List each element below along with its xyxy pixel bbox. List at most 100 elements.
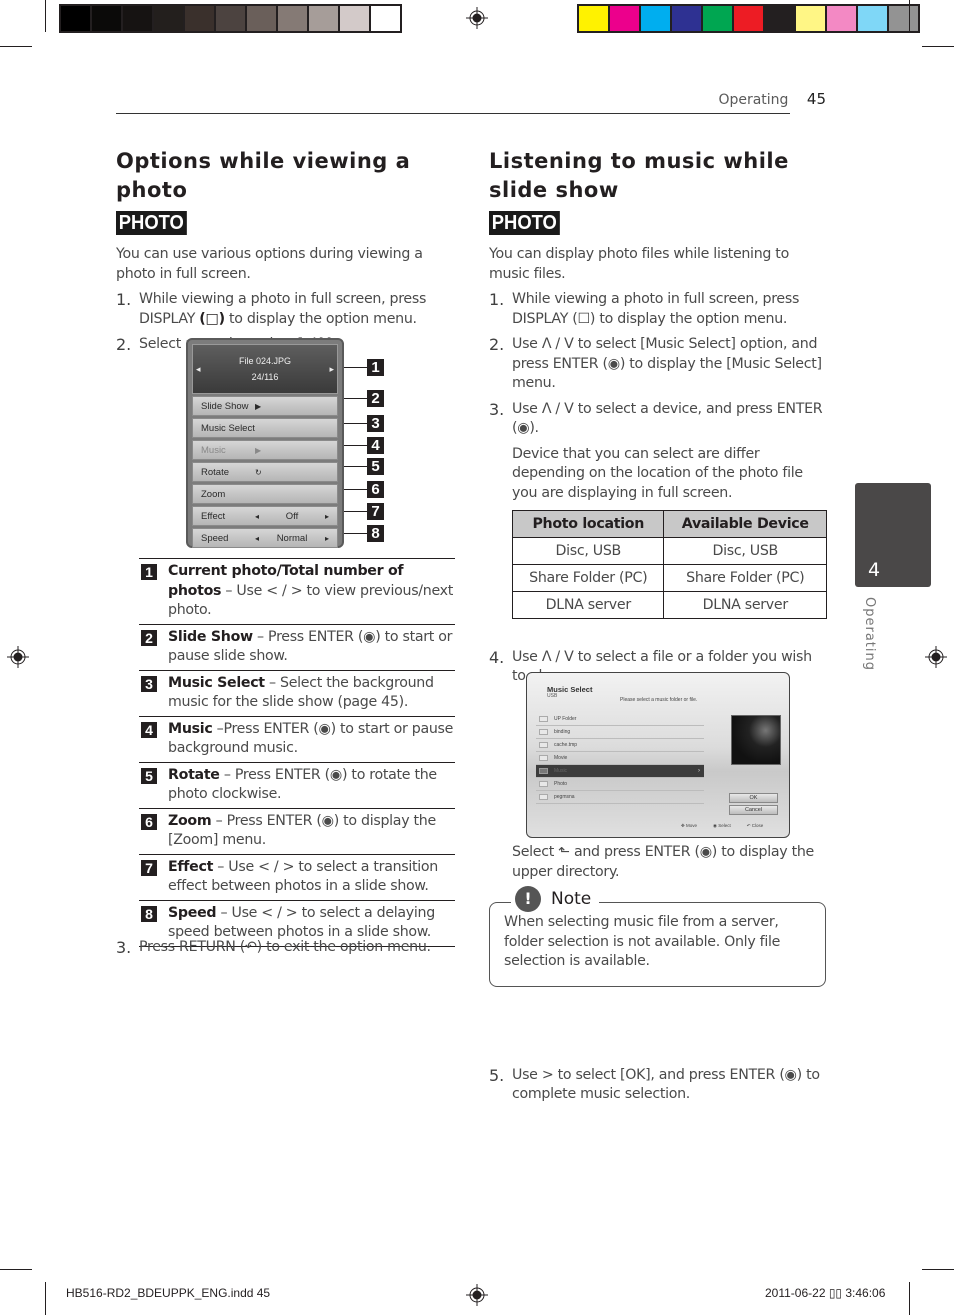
note-text: When selecting music file from a server,… [504,914,781,969]
crop-mark [0,1269,32,1270]
file-list-item[interactable]: Photo [536,778,704,791]
step-3: 3. Use Λ / V to select a device, and pres… [489,399,823,437]
gray-swatch [61,6,90,31]
legend-item: 3 Music Select – Select the background mu… [139,669,455,716]
legend-number: 5 [141,767,157,784]
callout-number: 8 [367,525,384,542]
step-1: 1. While viewing a photo in full screen,… [116,290,427,327]
table-row: DLNA server DLNA server [511,591,827,619]
callout-line [344,423,368,424]
registration-mark-icon [925,646,947,668]
menu-row: Speed ◂ Normal ▸ [192,528,338,548]
color-swatch [858,6,887,31]
chapter-label: Operating [862,597,877,671]
file-list-item[interactable]: Movie [536,752,704,765]
crop-mark [909,0,910,32]
legend-term: Speed [168,904,217,921]
hint-close: ↶ Close [746,823,764,828]
color-swatch [610,6,639,31]
menu-row-label: Zoom [201,488,226,500]
file-list-item[interactable]: UP Folder [536,713,704,726]
folder-icon [539,755,548,761]
legend-item: 7 Effect – Use < / > to select a transiti… [139,853,455,900]
right-section: Listening to music while slide show PHOT… [489,147,829,509]
callout-number: 3 [367,415,384,432]
color-swatch [579,6,608,31]
menu-row-value: Off [285,510,299,522]
menu-row-control-icon: ▶ [255,445,262,455]
gray-swatch [340,6,369,31]
chapter-number: 4 [868,559,881,581]
left-arrow-icon: ◂ [255,533,260,543]
ok-button[interactable]: OK [729,793,778,803]
step-1: 1. While viewing a photo in full screen, … [489,290,800,327]
device-name: USB [547,693,558,699]
gray-swatch [154,6,183,31]
file-name: File 024.JPG [238,356,292,366]
callout-number: 7 [367,503,384,520]
button-hints: ✥ Move ◉ Select ↶ Close [681,823,763,829]
callout-line [344,511,368,512]
display-button-icon: (□) [199,310,225,327]
file-list-item[interactable]: cache.tmp [536,739,704,752]
callout-line [344,398,368,399]
legend-number: 2 [141,629,157,646]
callout-line [344,367,368,368]
menu-row: Rotate ↻ [192,462,338,482]
intro-text: You can display photo files while listen… [489,246,789,282]
note-header: ! Note [511,886,600,912]
device-note: Device that you can select are differ de… [512,445,803,501]
next-arrow-icon: ▸ [329,363,334,374]
table-row: Disc, USB Disc, USB [511,537,827,565]
legend-item: 2 Slide Show – Press ENTER (◉) to start o… [139,623,455,670]
table-cell: DLNA server [511,591,665,619]
right-arrow-icon: ▸ [324,511,329,521]
menu-row: Slide Show ▶ [192,396,338,416]
note-box: When selecting music file from a server,… [489,902,826,987]
folder-icon [539,729,548,735]
gray-swatch [371,6,400,31]
chevron-right-icon: › [698,768,700,774]
gray-swatch [123,6,152,31]
file-list-item[interactable]: binding [536,726,704,739]
registration-mark-icon [466,1284,488,1306]
callout-number: 4 [367,437,384,454]
legend-number: 4 [141,721,157,738]
slug-filename: HB516-RD2_BDEUPPK_ENG.indd 45 [66,1286,271,1300]
file-list-item[interactable]: Music › [536,765,704,778]
color-swatch [734,6,763,31]
menu-row: Effect ◂ Off ▸ [192,506,338,526]
gray-swatch [309,6,338,31]
gray-swatch [247,6,276,31]
step-3: 3. Press RETURN (↶) to exit the option m… [116,938,431,957]
file-list-item[interactable]: pegmsna [536,791,704,804]
folder-icon [539,794,548,800]
gray-swatch [185,6,214,31]
exclamation-icon: ! [515,886,541,912]
crop-mark [45,1282,46,1315]
step-2: 2. Use Λ / V to select [Music Select] opt… [489,335,822,391]
callout-line [344,533,368,534]
legend-number: 1 [141,564,157,580]
device-table: Photo location Available Device Disc, US… [511,510,827,619]
table-row: Share Folder (PC) Share Folder (PC) [511,564,827,592]
cancel-button[interactable]: Cancel [729,805,778,815]
callout-number: 6 [367,481,384,498]
legend-number: 7 [141,859,157,876]
table-cell: Disc, USB [663,537,827,565]
photo-badge: PHOTO [489,211,560,235]
file-list: UP Folder binding cache.tmp Movie Music › Phot… [536,713,704,804]
legend-item: 1 Current photo/Total number of photos – … [139,558,455,624]
menu-row-value: Normal [276,532,308,544]
crop-mark [922,1269,954,1270]
option-menu-screenshot: ◂ File 024.JPG 24/116 ▸ Slide Show ▶ Music… [186,338,344,548]
gray-color-bar [59,4,402,33]
header-rule [116,113,790,114]
menu-row-label: Effect [201,510,226,522]
legend-number: 8 [141,905,157,922]
legend-term: Effect [168,858,214,875]
registration-mark-icon [7,646,29,668]
section-heading: Listening to music while slide show [489,149,789,202]
callout-number: 1 [367,359,384,376]
color-swatch [641,6,670,31]
